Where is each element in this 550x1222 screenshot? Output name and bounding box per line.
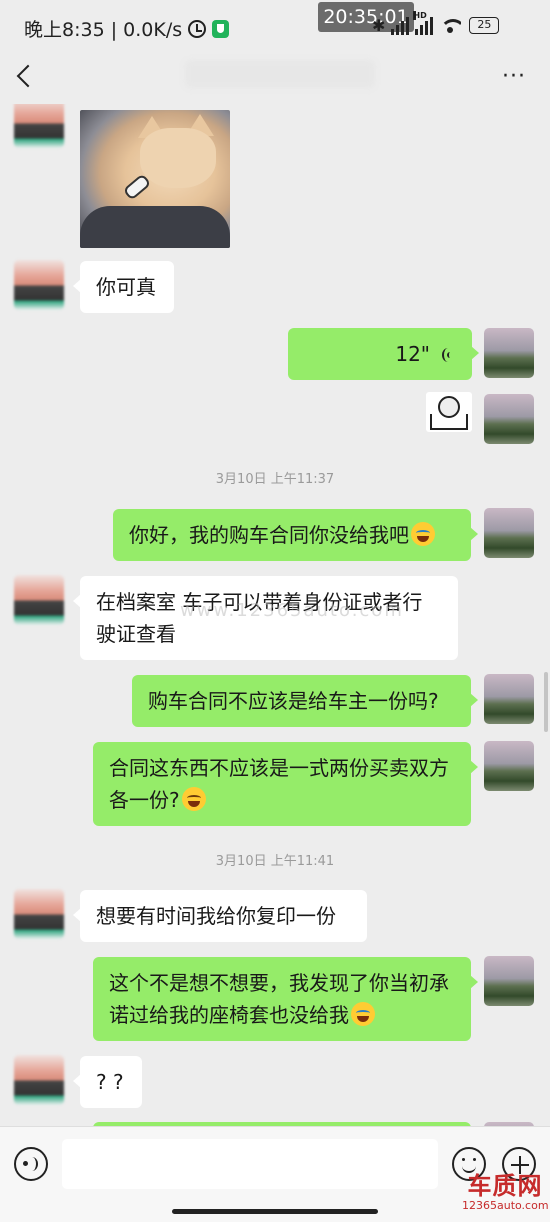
shield-icon xyxy=(212,19,230,38)
voice-message-bubble[interactable]: 12" xyxy=(288,328,479,380)
status-right: ✱ HD 25 xyxy=(372,10,500,35)
watermark-text: www.12365auto.com xyxy=(180,600,404,621)
signal-icon xyxy=(391,16,410,35)
message-bubble-sent[interactable]: 你好，我的购车合同你没给我吧 xyxy=(113,509,478,561)
contact-avatar[interactable] xyxy=(14,575,64,625)
voice-wave-icon xyxy=(442,346,456,364)
voice-icon xyxy=(23,1155,40,1173)
status-left: 晚上8:35 | 0.0K/s xyxy=(24,15,230,42)
message-bubble-received[interactable]: 想要有时间我给你复印一份 xyxy=(73,890,367,942)
my-avatar[interactable] xyxy=(484,674,534,724)
message-bubble-sent[interactable]: 这个不是想不想要，我发现了你当初承诺过给我的座椅套也没给我 xyxy=(93,957,478,1041)
signal-hd-icon: HD xyxy=(413,10,434,35)
message-text: 你可真 xyxy=(96,275,156,299)
brand-url: 12365auto.com xyxy=(462,1199,549,1212)
message-text: 合同这东西不应该是一式两份买卖双方各一份? xyxy=(109,756,449,812)
message-text: 购车合同不应该是给车主一份吗? xyxy=(148,689,439,713)
brand-logo: 车质网 xyxy=(467,1171,543,1200)
back-arrow-icon[interactable] xyxy=(16,64,40,88)
alarm-icon xyxy=(188,19,207,38)
my-avatar[interactable] xyxy=(484,956,534,1006)
crying-laughing-emoji-icon xyxy=(411,522,435,546)
message-bubble-sent[interactable]: 购车合同不应该是给车主一份吗? xyxy=(132,675,478,727)
message-text: 这个不是想不想要，我发现了你当初承诺过给我的座椅套也没给我 xyxy=(109,971,449,1027)
contact-avatar[interactable] xyxy=(14,889,64,939)
wifi-icon xyxy=(439,18,462,34)
sticker-image[interactable] xyxy=(426,392,472,432)
voice-duration: 12" xyxy=(395,342,430,366)
chat-area[interactable]: 你可真 12" 3月10日 上午11:37 你好，我的购车合同你没给我吧 在档案… xyxy=(0,104,550,1126)
contact-avatar[interactable] xyxy=(14,260,64,310)
more-options-icon[interactable]: ··· xyxy=(502,64,526,89)
my-avatar[interactable] xyxy=(484,394,534,444)
thinking-emoji-icon xyxy=(181,787,206,811)
bluetooth-icon: ✱ xyxy=(372,16,386,35)
scrollbar[interactable] xyxy=(544,672,548,732)
contact-avatar[interactable] xyxy=(14,1055,64,1105)
message-bubble-received[interactable]: ? ? xyxy=(73,1056,142,1108)
home-indicator[interactable] xyxy=(172,1209,378,1214)
timestamp: 3月10日 上午11:41 xyxy=(215,854,335,869)
contact-avatar[interactable] xyxy=(14,104,64,148)
nav-bar: ··· xyxy=(0,54,550,104)
battery-icon: 25 xyxy=(469,17,500,34)
voice-input-toggle[interactable] xyxy=(14,1147,48,1181)
cat-image[interactable] xyxy=(80,110,230,248)
my-avatar[interactable] xyxy=(484,508,534,558)
status-bar: 晚上8:35 | 0.0K/s 20:35:01 ✱ HD 25 xyxy=(0,0,550,54)
timestamp: 3月10日 上午11:37 xyxy=(215,472,335,487)
message-text: 你好，我的购车合同你没给我吧 xyxy=(129,523,409,547)
brand-watermark: 车质网 12365auto.com xyxy=(462,1166,549,1212)
my-avatar[interactable] xyxy=(484,741,534,791)
message-bubble-received[interactable]: 你可真 xyxy=(73,261,174,313)
message-bubble-sent[interactable]: 合同这东西不应该是一式两份买卖双方各一份? xyxy=(93,742,478,826)
chat-title-blurred xyxy=(185,60,375,88)
message-text: 想要有时间我给你复印一份 xyxy=(96,904,336,928)
hd-label: HD xyxy=(413,10,427,20)
message-input[interactable] xyxy=(62,1139,438,1189)
my-avatar[interactable] xyxy=(484,328,534,378)
crying-laughing-emoji-icon xyxy=(351,1002,375,1026)
message-text: ? ? xyxy=(96,1070,124,1094)
status-time-speed: 晚上8:35 | 0.0K/s xyxy=(24,19,183,41)
